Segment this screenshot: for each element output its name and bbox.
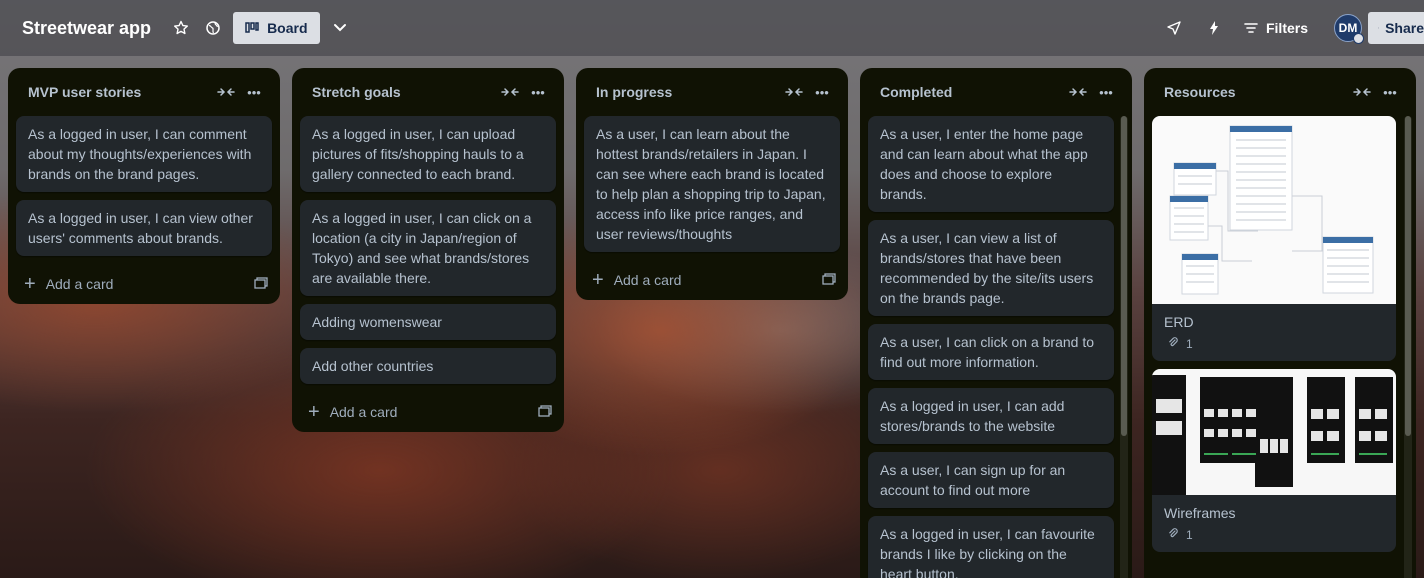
card[interactable]: As a logged in user, I can add stores/br… bbox=[868, 388, 1114, 444]
admin-badge-icon bbox=[1353, 33, 1364, 44]
list-completed: Completed ••• As a user, I enter the hom… bbox=[860, 68, 1132, 578]
add-card-button[interactable]: + Add a card bbox=[292, 392, 564, 432]
card[interactable]: As a logged in user, I can favourite bra… bbox=[868, 516, 1114, 578]
add-card-label: Add a card bbox=[329, 404, 398, 420]
card-title: Wireframes bbox=[1164, 505, 1236, 521]
list-resources: Resources ••• ERD 1 Wireframes 1 bbox=[1144, 68, 1416, 578]
list-title[interactable]: Completed bbox=[880, 84, 1064, 100]
card[interactable]: As a user, I can sign up for an account … bbox=[868, 452, 1114, 508]
more-icon[interactable]: ••• bbox=[808, 78, 836, 106]
list-title[interactable]: Resources bbox=[1164, 84, 1348, 100]
card[interactable]: As a user, I can learn about the hottest… bbox=[584, 116, 840, 252]
card-wireframes[interactable]: Wireframes 1 bbox=[1152, 369, 1396, 552]
erd-image bbox=[1152, 116, 1396, 304]
share-label: Share bbox=[1385, 20, 1424, 36]
board-view-button[interactable]: Board bbox=[233, 12, 320, 44]
list-mvp-user-stories: MVP user stories ••• As a logged in user… bbox=[8, 68, 280, 304]
header-actions: Filters DM Share bbox=[1158, 12, 1424, 44]
plus-icon: + bbox=[308, 401, 320, 423]
add-card-label: Add a card bbox=[45, 276, 114, 292]
card[interactable]: As a logged in user, I can comment about… bbox=[16, 116, 272, 192]
card[interactable]: As a logged in user, I can click on a lo… bbox=[300, 200, 556, 296]
list-title[interactable]: In progress bbox=[596, 84, 780, 100]
list-title[interactable]: Stretch goals bbox=[312, 84, 496, 100]
scrollbar-thumb[interactable] bbox=[1405, 116, 1411, 436]
attachment-count: 1 bbox=[1186, 527, 1193, 542]
add-card-button[interactable]: + Add a card bbox=[576, 260, 848, 300]
card[interactable]: As a logged in user, I can upload pictur… bbox=[300, 116, 556, 192]
avatar[interactable]: DM bbox=[1334, 14, 1364, 44]
card[interactable]: As a user, I enter the home page and can… bbox=[868, 116, 1114, 212]
list-stretch-goals: Stretch goals ••• As a logged in user, I… bbox=[292, 68, 564, 432]
list-header: Stretch goals ••• bbox=[292, 68, 564, 116]
plus-icon: + bbox=[592, 269, 604, 291]
collapse-icon[interactable] bbox=[496, 78, 524, 106]
card[interactable]: As a logged in user, I can view other us… bbox=[16, 200, 272, 256]
card-erd[interactable]: ERD 1 bbox=[1152, 116, 1396, 361]
collapse-icon[interactable] bbox=[212, 78, 240, 106]
filters-button[interactable]: Filters bbox=[1244, 20, 1308, 36]
list-title[interactable]: MVP user stories bbox=[28, 84, 212, 100]
add-card-button[interactable]: + Add a card bbox=[8, 264, 280, 304]
more-icon[interactable]: ••• bbox=[1376, 78, 1404, 106]
board-view-label: Board bbox=[267, 20, 308, 36]
star-icon[interactable] bbox=[165, 12, 197, 44]
more-icon[interactable]: ••• bbox=[524, 78, 552, 106]
card[interactable]: As a user, I can view a list of brands/s… bbox=[868, 220, 1114, 316]
more-icon[interactable]: ••• bbox=[1092, 78, 1120, 106]
card[interactable]: Adding womenswear bbox=[300, 304, 556, 340]
attachment-count: 1 bbox=[1186, 336, 1193, 351]
send-icon[interactable] bbox=[1158, 12, 1190, 44]
attachment-icon bbox=[1168, 336, 1178, 351]
card-title: ERD bbox=[1164, 314, 1194, 330]
list-in-progress: In progress ••• As a user, I can learn a… bbox=[576, 68, 848, 300]
list-header: MVP user stories ••• bbox=[8, 68, 280, 116]
add-card-label: Add a card bbox=[613, 272, 682, 288]
more-icon[interactable]: ••• bbox=[240, 78, 268, 106]
filter-icon bbox=[1244, 23, 1258, 33]
automation-bolt-icon[interactable] bbox=[1198, 12, 1230, 44]
wireframes-image bbox=[1152, 369, 1396, 495]
list-scrollbar[interactable] bbox=[1404, 116, 1412, 578]
template-icon[interactable] bbox=[254, 276, 268, 292]
board-icon bbox=[245, 22, 259, 33]
chevron-down-icon[interactable] bbox=[324, 12, 356, 44]
scrollbar-thumb[interactable] bbox=[1121, 116, 1127, 436]
collapse-icon[interactable] bbox=[780, 78, 808, 106]
person-add-icon bbox=[1378, 27, 1379, 29]
card-badges: 1 bbox=[1152, 334, 1396, 361]
list-header: Completed ••• bbox=[860, 68, 1132, 116]
list-header: In progress ••• bbox=[576, 68, 848, 116]
board-title[interactable]: Streetwear app bbox=[22, 18, 151, 39]
board-header: Streetwear app Board Filters DM Share bbox=[0, 0, 1424, 56]
plus-icon: + bbox=[24, 273, 36, 295]
collapse-icon[interactable] bbox=[1064, 78, 1092, 106]
globe-icon[interactable] bbox=[197, 12, 229, 44]
template-icon[interactable] bbox=[822, 272, 836, 288]
collapse-icon[interactable] bbox=[1348, 78, 1376, 106]
template-icon[interactable] bbox=[538, 404, 552, 420]
attachment-icon bbox=[1168, 527, 1178, 542]
card[interactable]: As a user, I can click on a brand to fin… bbox=[868, 324, 1114, 380]
list-header: Resources ••• bbox=[1144, 68, 1416, 116]
share-button[interactable]: Share bbox=[1368, 12, 1424, 44]
filters-label: Filters bbox=[1265, 20, 1308, 36]
card-badges: 1 bbox=[1152, 525, 1396, 552]
card[interactable]: Add other countries bbox=[300, 348, 556, 384]
list-scrollbar[interactable] bbox=[1120, 116, 1128, 578]
